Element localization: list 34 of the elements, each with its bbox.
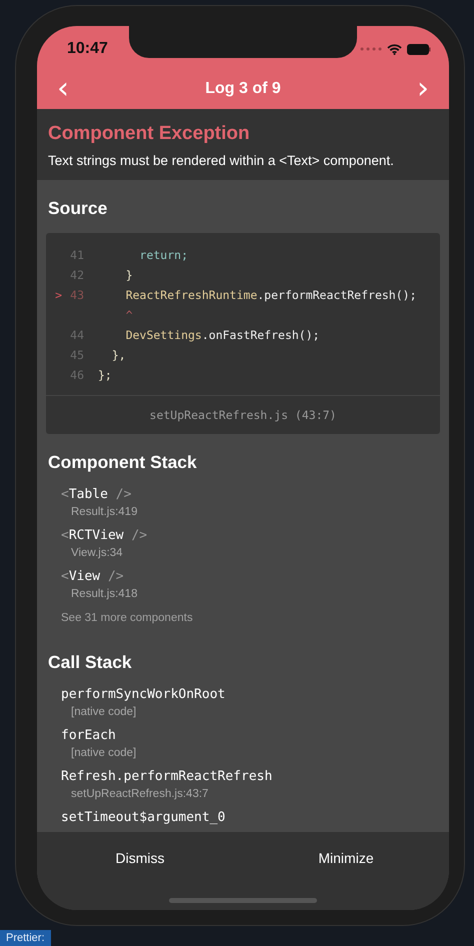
- error-pointer: ^: [124, 308, 133, 322]
- stack-frame[interactable]: Refresh.performReactRefresh setUpReactRefresh.js:43:7: [61, 769, 440, 800]
- taskbar-item[interactable]: Prettier:: [0, 930, 51, 946]
- stack-frame[interactable]: forEach [native code]: [61, 728, 440, 759]
- line-marker: >: [55, 288, 62, 302]
- component-location: Result.js:418: [71, 588, 138, 600]
- section-heading: Call Stack: [48, 652, 133, 673]
- code-line: },: [110, 348, 126, 362]
- component-name: <View />: [61, 569, 125, 584]
- component-location: Result.js:419: [71, 506, 138, 518]
- source-file-link[interactable]: setUpReactRefresh.js (43:7): [46, 395, 440, 434]
- stack-frame[interactable]: performSyncWorkOnRoot [native code]: [61, 687, 440, 718]
- component-name: <Table />: [61, 487, 132, 502]
- log-counter: Log 3 of 9: [205, 80, 281, 98]
- status-time: 10:47: [67, 40, 108, 58]
- section-heading: Component Stack: [48, 452, 198, 473]
- stack-frame[interactable]: setTimeout$argument_0: [61, 810, 440, 825]
- component-name: <RCTView />: [61, 528, 148, 543]
- code-line: ReactRefreshRuntime.performReactRefresh();: [124, 288, 416, 302]
- code-line: return;: [138, 248, 188, 262]
- code-line: };: [98, 368, 112, 382]
- signal-icon: [360, 47, 382, 51]
- footer-button[interactable]: Minimize: [243, 832, 449, 884]
- exception-title: Component Exception: [48, 123, 251, 145]
- code-line: }: [124, 268, 133, 282]
- section-heading: Source: [48, 198, 108, 219]
- line-number: 43: [70, 288, 84, 302]
- see-more-link[interactable]: See 31 more components: [61, 612, 440, 624]
- code-line: DevSettings.onFastRefresh();: [124, 328, 320, 342]
- component-location: View.js:34: [71, 547, 124, 559]
- wifi-icon: [387, 44, 402, 54]
- footer-button[interactable]: Dismiss: [37, 832, 243, 884]
- battery-icon: [407, 44, 431, 54]
- exception-message: Text strings must be rendered within a <Text> component.: [48, 153, 395, 168]
